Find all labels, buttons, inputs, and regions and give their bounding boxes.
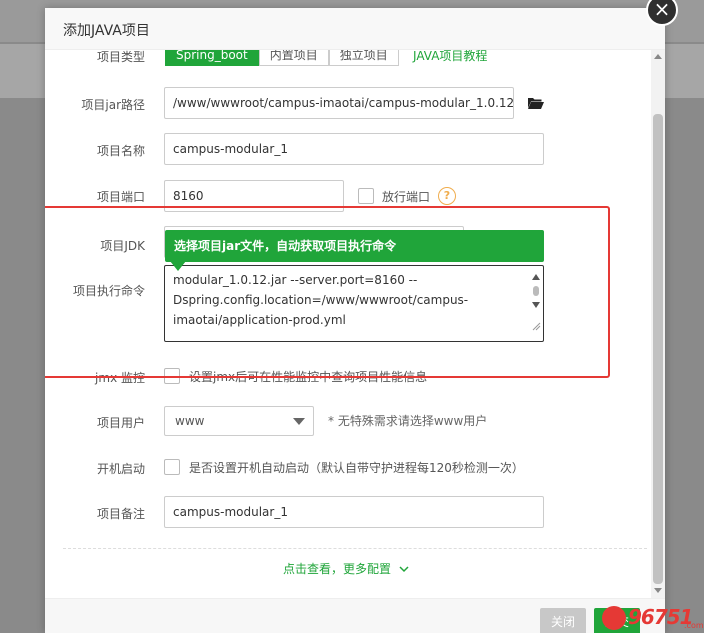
exec-command-line: imaotai/application-prod.yml <box>173 313 346 327</box>
dialog-body: 项目类型 Spring_boot 内置项目 独立项目 JAVA项目教程 项目ja… <box>45 50 665 598</box>
project-user-label: 项目用户 <box>96 416 145 430</box>
watermark-text: 96751 <box>628 605 694 629</box>
project-type-option-standalone[interactable]: 独立项目 <box>328 50 399 66</box>
autostart-checkbox-label: 是否设置开机自动启动（默认自带守护进程每120秒检测一次） <box>189 461 524 475</box>
dialog-header: 添加JAVA项目 <box>45 8 665 50</box>
remark-label: 项目备注 <box>96 507 145 521</box>
help-icon[interactable]: ? <box>438 187 456 205</box>
project-name-label: 项目名称 <box>96 144 145 158</box>
exec-command-line: modular_1.0.12.jar --server.port=8160 -- <box>173 273 418 287</box>
autostart-checkbox[interactable] <box>164 459 180 475</box>
project-port-label: 项目端口 <box>96 190 145 204</box>
dialog-title: 添加JAVA项目 <box>63 23 150 39</box>
chevron-down-icon <box>293 418 305 425</box>
project-jdk-label: 项目JDK <box>100 239 145 253</box>
watermark-sub: .com <box>684 621 704 630</box>
textarea-scrollbar[interactable] <box>531 272 541 332</box>
project-port-input[interactable]: 8160 <box>164 180 344 212</box>
jar-auto-detect-tooltip: 选择项目jar文件，自动获取项目执行命令 <box>165 230 544 262</box>
java-tutorial-link[interactable]: JAVA项目教程 <box>413 50 487 64</box>
project-type-selector: Spring_boot 内置项目 独立项目 <box>165 50 399 66</box>
scrollbar-thumb[interactable] <box>653 114 663 584</box>
section-divider <box>63 548 647 549</box>
project-type-option-spring-boot[interactable]: Spring_boot <box>165 50 259 66</box>
autostart-label: 开机启动 <box>96 462 145 476</box>
exec-command-textarea[interactable]: modular_1.0.12.jar --server.port=8160 --… <box>164 265 544 342</box>
project-name-input[interactable]: campus-modular_1 <box>164 133 544 165</box>
close-button[interactable]: 关闭 <box>540 608 586 633</box>
jmx-label: jmx 监控 <box>95 371 145 385</box>
release-port-label: 放行端口 <box>382 190 431 204</box>
chevron-down-icon <box>399 566 409 573</box>
jmx-checkbox[interactable] <box>164 368 180 384</box>
jmx-checkbox-label: 设置jmx后可在性能监控中查询项目性能信息 <box>189 370 428 384</box>
project-type-label: 项目类型 <box>96 50 145 64</box>
jar-path-input[interactable]: /www/wwwroot/campus-imaotai/campus-modul… <box>164 87 514 119</box>
watermark-logo <box>602 606 626 630</box>
exec-command-label: 项目执行命令 <box>72 284 145 298</box>
scroll-up-arrow-icon[interactable] <box>654 54 662 59</box>
more-config-link[interactable]: 点击查看，更多配置 <box>283 560 409 577</box>
project-user-hint: * 无特殊需求请选择www用户 <box>328 414 488 428</box>
remark-input[interactable]: campus-modular_1 <box>164 496 544 528</box>
project-type-option-builtin[interactable]: 内置项目 <box>258 50 329 66</box>
dialog-footer: 关闭 提交 <box>45 598 665 633</box>
project-user-value: www <box>175 414 205 428</box>
dialog-scrollbar[interactable] <box>651 50 665 598</box>
more-config-label: 点击查看，更多配置 <box>283 562 392 576</box>
site-watermark: 96751 .com <box>598 604 704 633</box>
scroll-down-arrow-icon[interactable] <box>654 588 662 593</box>
add-java-project-dialog: 添加JAVA项目 项目类型 Spring_boot 内置项目 独立项目 JAVA… <box>45 8 665 633</box>
release-port-checkbox[interactable] <box>358 188 374 204</box>
exec-command-line: Dspring.config.location=/www/wwwroot/cam… <box>173 293 469 307</box>
tooltip-arrow <box>170 261 186 271</box>
jar-path-label: 项目jar路径 <box>81 98 145 112</box>
project-user-select[interactable]: www <box>164 406 314 436</box>
folder-open-icon[interactable] <box>528 97 544 109</box>
